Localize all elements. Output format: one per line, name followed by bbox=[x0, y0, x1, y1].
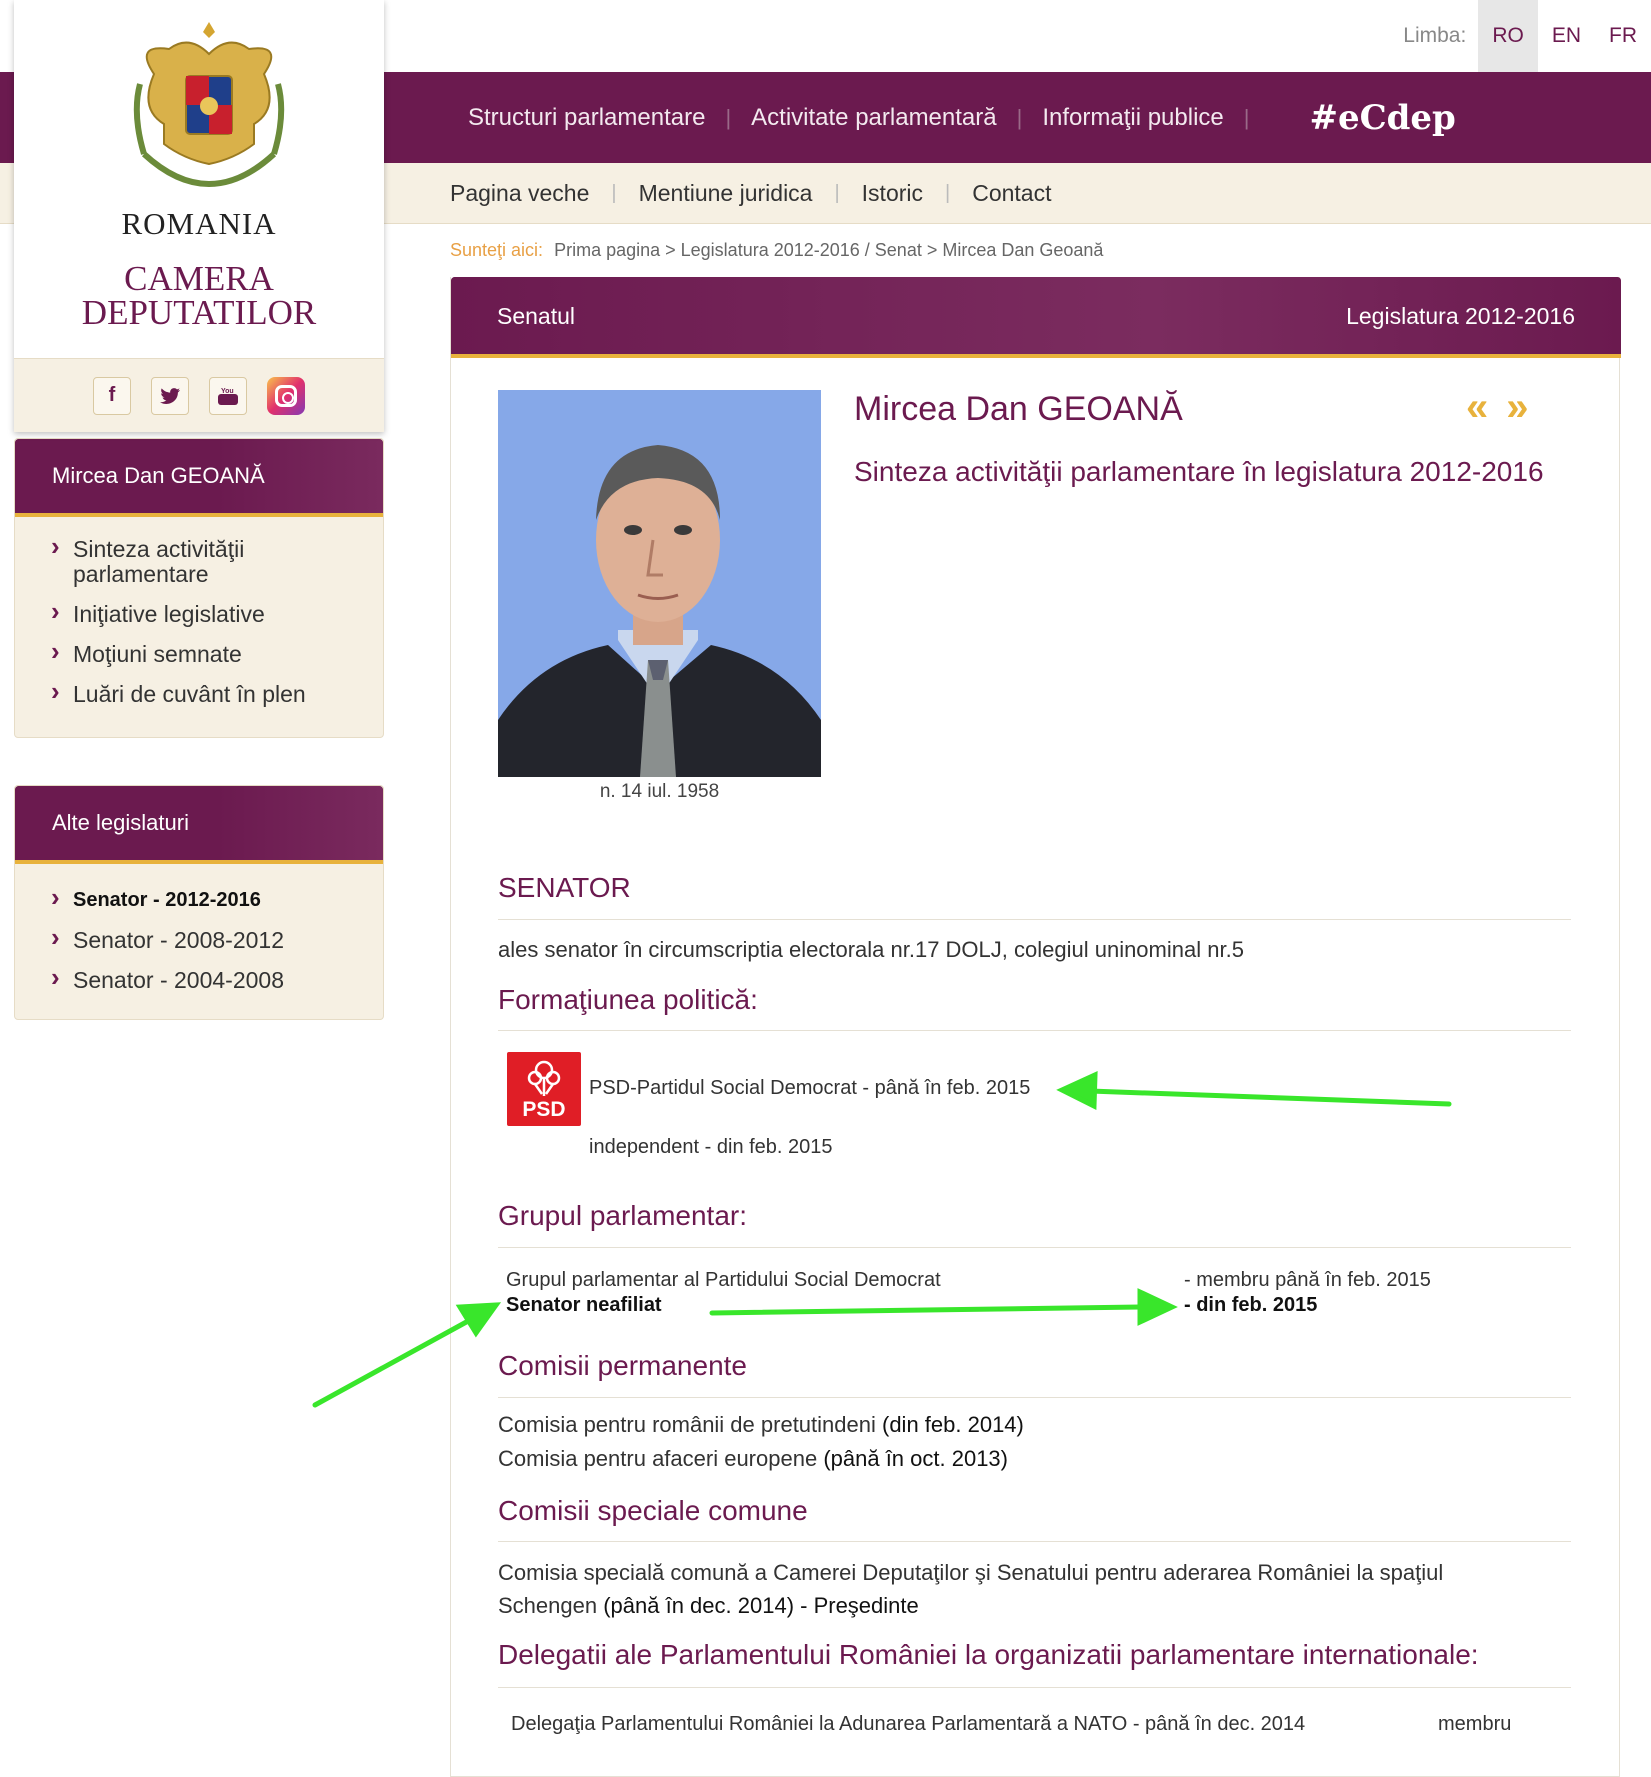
psd-logo-text: PSD bbox=[522, 1098, 566, 1121]
divider bbox=[498, 1687, 1571, 1688]
election-info: ales senator în circumscriptia electoral… bbox=[498, 937, 1244, 962]
subnav-separator: | bbox=[611, 182, 617, 204]
logo-camera-line: CAMERA bbox=[124, 259, 274, 298]
instagram-icon[interactable] bbox=[267, 376, 305, 415]
sidebar-item-sinteza[interactable]: Sinteza activităţii parlamentare bbox=[51, 534, 383, 587]
coat-of-arms-icon bbox=[133, 22, 285, 187]
group-psd-status: - membru până în feb. 2015 bbox=[1184, 1269, 1431, 1291]
sidebar-item-senator-2004-2008[interactable]: Senator - 2004-2008 bbox=[51, 965, 383, 993]
committee-afaceri-europene-link[interactable]: Comisia pentru afaceri europene bbox=[498, 1446, 817, 1471]
subnav-separator: | bbox=[834, 182, 840, 204]
sidebar-item-luari-cuvant[interactable]: Luări de cuvânt în plen bbox=[51, 679, 383, 707]
next-arrow-icon[interactable]: » bbox=[1506, 385, 1546, 429]
permanent-committees-heading: Comisii permanente bbox=[498, 1350, 747, 1381]
committee-item: Comisia pentru afaceri europene (până în… bbox=[498, 1446, 1008, 1472]
facebook-icon[interactable]: f bbox=[93, 376, 131, 415]
subnav-pagina-veche[interactable]: Pagina veche bbox=[450, 180, 589, 207]
group-unaffiliated-status: - din feb. 2015 bbox=[1184, 1294, 1318, 1316]
special-committee-link-cont[interactable]: Schengen bbox=[498, 1593, 597, 1618]
group-psd[interactable]: Grupul parlamentar al Partidului Social … bbox=[506, 1269, 941, 1292]
nav-informatii[interactable]: Informaţii publice bbox=[1042, 104, 1223, 132]
person-sidebar-list: Sinteza activităţii parlamentare Iniţiat… bbox=[15, 517, 383, 736]
committee-romanii-period: (din feb. 2014) bbox=[882, 1412, 1024, 1437]
sidebar-item-senator-2008-2012[interactable]: Senator - 2008-2012 bbox=[51, 925, 383, 953]
senator-name: Mircea Dan GEOANĂ bbox=[854, 390, 1183, 428]
twitter-icon[interactable] bbox=[151, 376, 189, 415]
group-heading: Grupul parlamentar: bbox=[498, 1200, 748, 1231]
nav-separator: | bbox=[1016, 104, 1023, 130]
breadcrumb-label: Sunteţi aici: bbox=[450, 240, 544, 260]
legislatures-sidebar: Alte legislaturi Senator - 2012-2016 Sen… bbox=[14, 785, 384, 1020]
panel-title-right: Legislatura 2012-2016 bbox=[1346, 303, 1575, 329]
nav-separator: | bbox=[725, 104, 732, 130]
legislatures-list: Senator - 2012-2016 Senator - 2008-2012 … bbox=[15, 864, 383, 1022]
subnav-istoric[interactable]: Istoric bbox=[862, 180, 923, 207]
subnav-mentiune-juridica[interactable]: Mentiune juridica bbox=[639, 180, 813, 207]
subnav-separator: | bbox=[945, 182, 951, 204]
nav-structuri[interactable]: Structuri parlamentare bbox=[468, 104, 705, 132]
senator-heading: SENATOR bbox=[498, 872, 631, 903]
delegation-role: membru bbox=[1438, 1713, 1512, 1735]
birth-date: n. 14 iul. 1958 bbox=[599, 781, 720, 802]
panel-header: Senatul Legislatura 2012-2016 bbox=[451, 277, 1621, 358]
panel-title-left: Senatul bbox=[497, 303, 576, 329]
secondary-navigation: Pagina veche | Mentiune juridica | Istor… bbox=[450, 163, 1051, 224]
person-sidebar: Mircea Dan GEOANĂ Sinteza activităţii pa… bbox=[14, 438, 384, 738]
group-unaffiliated[interactable]: Senator neafiliat bbox=[506, 1294, 662, 1317]
committee-item: Comisia pentru românii de pretutindeni (… bbox=[498, 1412, 1024, 1438]
senator-photo bbox=[498, 390, 821, 777]
special-committee-details: (până în dec. 2014) - Preşedinte bbox=[603, 1593, 919, 1618]
party-psd[interactable]: PSD-Partidul Social Democrat - până în f… bbox=[589, 1077, 1030, 1100]
person-sidebar-title: Mircea Dan GEOANĂ bbox=[15, 439, 383, 517]
nav-separator: | bbox=[1243, 104, 1250, 130]
svg-text:You: You bbox=[221, 388, 234, 395]
annotation-arrow-group-name bbox=[312, 1317, 473, 1408]
youtube-icon[interactable]: You bbox=[209, 376, 247, 415]
sidebar-item-senator-2012-2016[interactable]: Senator - 2012-2016 bbox=[51, 885, 383, 913]
breadcrumb-path[interactable]: Prima pagina > Legislatura 2012-2016 / S… bbox=[554, 240, 1103, 260]
lang-en-option[interactable]: EN bbox=[1538, 0, 1595, 72]
logo-deputatilor-line: DEPUTATILOR bbox=[81, 293, 317, 332]
language-switcher: Limba: RO EN FR bbox=[1403, 0, 1651, 72]
lang-ro-option[interactable]: RO bbox=[1478, 0, 1538, 72]
lang-fr-option[interactable]: FR bbox=[1595, 0, 1651, 72]
rose-icon bbox=[527, 1060, 561, 1096]
divider bbox=[498, 1541, 1571, 1542]
political-heading: Formaţiunea politică: bbox=[498, 984, 758, 1015]
divider bbox=[498, 1030, 1571, 1031]
subnav-contact[interactable]: Contact bbox=[972, 180, 1051, 207]
main-navigation: Structuri parlamentare | Activitate parl… bbox=[468, 72, 1456, 163]
previous-arrow-icon[interactable]: « bbox=[1466, 385, 1506, 429]
divider bbox=[498, 1397, 1571, 1398]
ecdep-link[interactable]: #eCdep bbox=[1309, 98, 1455, 138]
psd-logo-icon[interactable]: PSD bbox=[507, 1052, 581, 1126]
portrait-image bbox=[498, 390, 821, 777]
committee-afaceri-period: (până în oct. 2013) bbox=[823, 1446, 1008, 1471]
divider bbox=[498, 919, 1571, 920]
sidebar-item-motiuni[interactable]: Moţiuni semnate bbox=[51, 639, 383, 667]
delegation-nato[interactable]: Delegaţia Parlamentului României la Adun… bbox=[511, 1713, 1305, 1736]
committee-romanii-link[interactable]: Comisia pentru românii de pretutindeni bbox=[498, 1412, 876, 1437]
nav-activitate[interactable]: Activitate parlamentară bbox=[751, 104, 996, 132]
special-committees-heading: Comisii speciale comune bbox=[498, 1495, 808, 1526]
profile-nav: «» bbox=[1466, 385, 1547, 430]
sidebar-item-initiative[interactable]: Iniţiative legislative bbox=[51, 599, 383, 627]
legislatures-sidebar-title: Alte legislaturi bbox=[15, 786, 383, 864]
breadcrumb: Sunteţi aici: Prima pagina > Legislatura… bbox=[450, 240, 1103, 261]
logo-institution-text: CAMERA DEPUTATILOR bbox=[14, 259, 384, 332]
divider bbox=[498, 1247, 1571, 1248]
language-label: Limba: bbox=[1403, 24, 1467, 47]
social-links: f You bbox=[14, 358, 384, 432]
logo-country-text: ROMANIA bbox=[121, 206, 277, 241]
party-independent: independent - din feb. 2015 bbox=[589, 1136, 833, 1158]
content-panel: Senatul Legislatura 2012-2016 n. 14 iul.… bbox=[450, 277, 1621, 1777]
special-committee-link[interactable]: Comisia specială comună a Camerei Deputa… bbox=[498, 1560, 1443, 1585]
activity-synthesis-link[interactable]: Sinteza activităţii parlamentare în legi… bbox=[854, 453, 1554, 491]
delegations-heading: Delegatii ale Parlamentului României la … bbox=[498, 1639, 1479, 1670]
logo-card[interactable]: ROMANIA CAMERA DEPUTATILOR f You bbox=[14, 0, 384, 432]
special-committee-item: Comisia specială comună a Camerei Deputa… bbox=[498, 1556, 1568, 1622]
